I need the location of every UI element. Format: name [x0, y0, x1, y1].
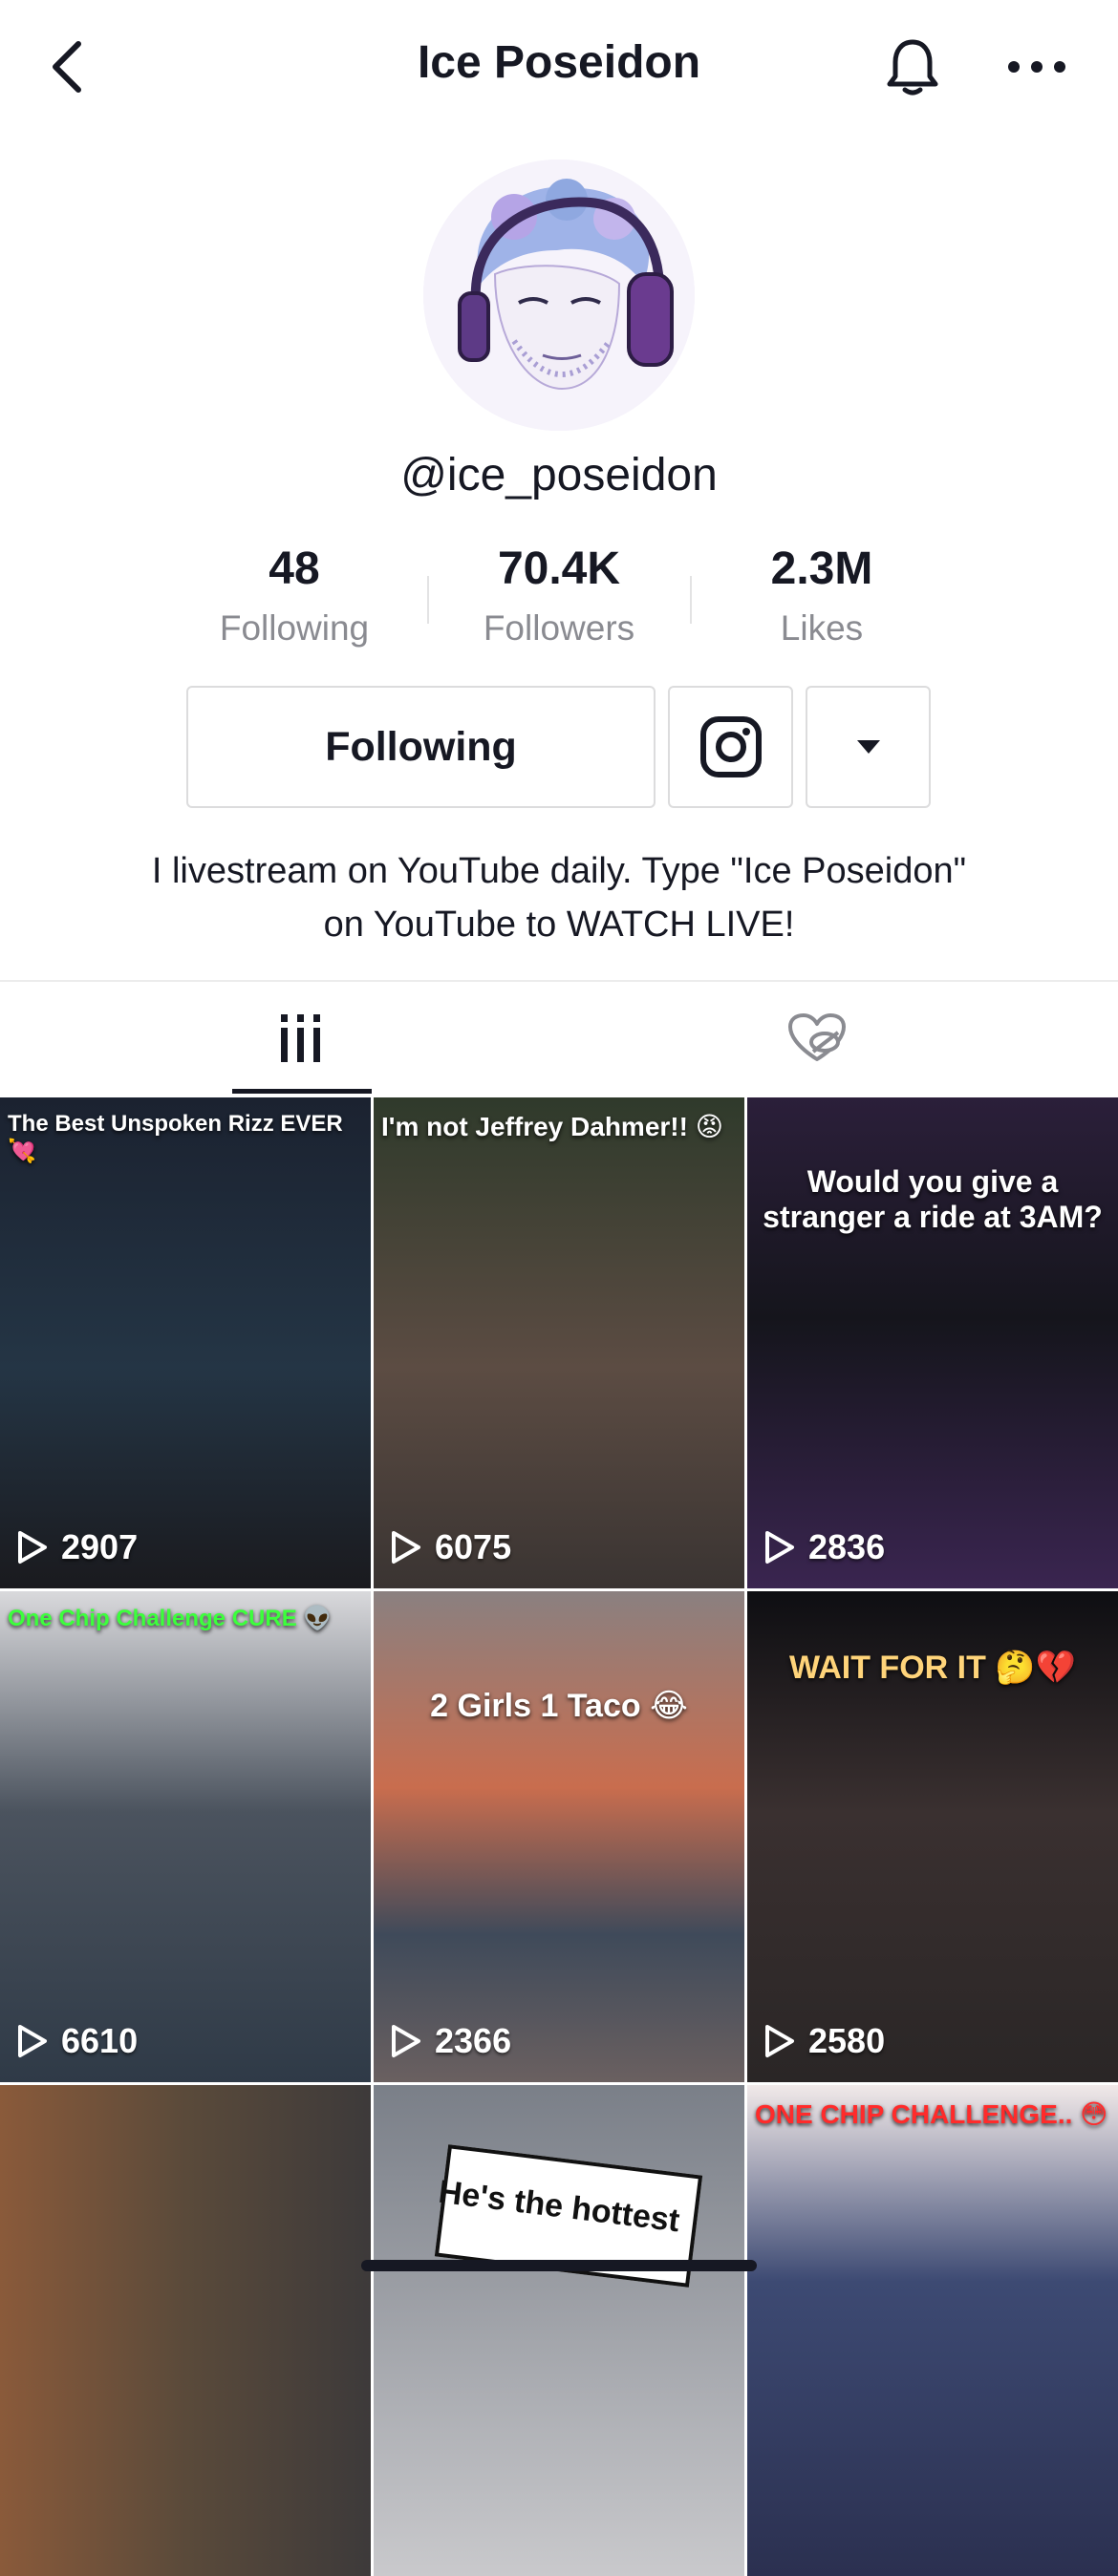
avatar[interactable]	[423, 160, 695, 431]
video-tile[interactable]	[0, 2085, 371, 2576]
view-count: 2907	[17, 1527, 138, 1567]
tab-liked[interactable]	[631, 982, 1003, 1095]
view-count-text: 2907	[61, 1527, 139, 1566]
more-horizontal-icon	[1008, 61, 1065, 73]
bio-line: on YouTube to WATCH LIVE!	[323, 905, 795, 945]
video-tile[interactable]: He's the hottest	[374, 2085, 744, 2576]
top-nav-bar: Ice Poseidon	[0, 0, 1118, 134]
followers-count: 70.4K	[497, 543, 621, 594]
active-tab-indicator	[232, 1089, 372, 1094]
play-outline-icon	[765, 2025, 794, 2057]
play-outline-icon	[765, 1531, 794, 1564]
tab-videos[interactable]	[115, 982, 487, 1095]
instagram-button[interactable]	[668, 686, 793, 808]
followers-label: Followers	[483, 608, 635, 648]
video-caption: 2 Girls 1 Taco 😂	[430, 1688, 688, 1724]
profile-stats: 48 Following 70.4K Followers 2.3M Likes	[0, 543, 1118, 648]
play-outline-icon	[18, 1531, 47, 1564]
video-tile[interactable]: I'm not Jeffrey Dahmer!! 😡 6075	[374, 1097, 744, 1588]
view-count: 2836	[764, 1527, 885, 1567]
grid-bars-icon	[281, 1014, 320, 1062]
video-thumbnail	[374, 1097, 744, 1588]
view-count-text: 2836	[808, 1527, 886, 1566]
video-tile[interactable]: 2 Girls 1 Taco 😂 2366	[374, 1591, 744, 2082]
stat-divider	[690, 576, 692, 624]
notification-button[interactable]	[874, 29, 951, 105]
caret-down-icon	[856, 740, 880, 754]
video-caption: The Best Unspoken Rizz EVER 💘	[8, 1111, 343, 1164]
video-tile[interactable]: One Chip Challenge CURE 👽 6610	[0, 1591, 371, 2082]
profile-tabs	[0, 982, 1118, 1095]
view-count: 2580	[764, 2021, 885, 2061]
video-caption: ONE CHIP CHALLENGE.. 😳	[755, 2099, 1108, 2129]
play-outline-icon	[392, 2025, 420, 2057]
likes-label: Likes	[780, 608, 864, 648]
video-thumbnail	[0, 2085, 371, 2576]
view-count-text: 2580	[808, 2021, 886, 2060]
play-outline-icon	[392, 1531, 420, 1564]
video-caption: Would you give a stranger a ride at 3AM?	[763, 1164, 1103, 1234]
video-thumbnail	[0, 1097, 371, 1588]
video-tile[interactable]: Would you give a stranger a ride at 3AM?…	[747, 1097, 1118, 1588]
video-caption: WAIT FOR IT 🤔💔	[789, 1650, 1076, 1686]
dropdown-button[interactable]	[806, 686, 931, 808]
bio: I livestream on YouTube daily. Type "Ice…	[0, 844, 1118, 951]
stat-likes[interactable]: 2.3M Likes	[707, 543, 936, 649]
view-count-text: 2366	[435, 2021, 512, 2060]
view-count-text: 6075	[435, 1527, 512, 1566]
video-tile[interactable]: WAIT FOR IT 🤔💔 2580	[747, 1591, 1118, 2082]
stat-followers[interactable]: 70.4K Followers	[444, 543, 674, 649]
following-button[interactable]: Following	[186, 686, 656, 808]
likes-count: 2.3M	[770, 543, 873, 594]
video-tile[interactable]: The Best Unspoken Rizz EVER 💘 2907	[0, 1097, 371, 1588]
bio-line: I livestream on YouTube daily. Type "Ice…	[151, 851, 967, 891]
bell-icon	[887, 39, 938, 96]
more-options-button[interactable]	[999, 29, 1075, 105]
view-count-text: 6610	[61, 2021, 139, 2060]
video-caption: I'm not Jeffrey Dahmer!! 😡	[381, 1112, 723, 1141]
hidden-heart-icon	[788, 1013, 846, 1061]
following-count: 48	[269, 543, 320, 594]
following-label: Following	[219, 608, 370, 648]
view-count: 6075	[391, 1527, 511, 1567]
stat-following[interactable]: 48 Following	[180, 543, 409, 649]
avatar-illustration	[423, 160, 695, 431]
video-thumbnail	[0, 1591, 371, 2082]
home-indicator	[361, 2260, 757, 2271]
instagram-icon	[699, 716, 762, 777]
stat-divider	[427, 576, 429, 624]
video-thumbnail	[374, 1591, 744, 2082]
view-count: 6610	[17, 2021, 138, 2061]
video-thumbnail	[747, 2085, 1118, 2576]
view-count: 2366	[391, 2021, 511, 2061]
video-tile[interactable]: ONE CHIP CHALLENGE.. 😳	[747, 2085, 1118, 2576]
video-caption: One Chip Challenge CURE 👽	[8, 1606, 333, 1631]
username: @ice_poseidon	[400, 450, 718, 500]
play-outline-icon	[18, 2025, 47, 2057]
